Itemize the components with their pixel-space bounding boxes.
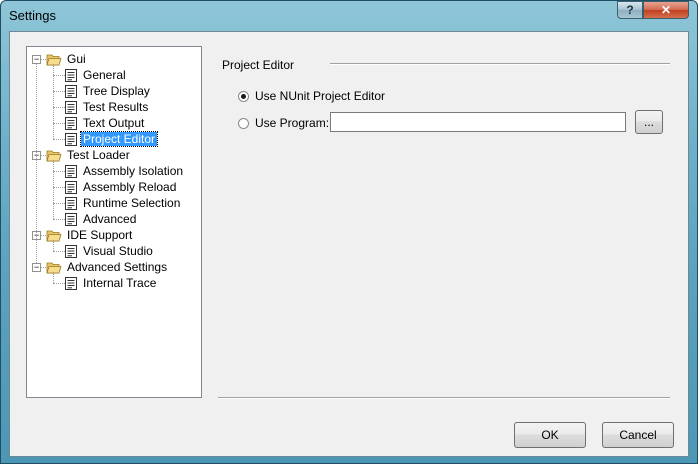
tree-item-general[interactable]: General: [65, 67, 128, 83]
tree-group-3[interactable]: Advanced Settings: [46, 259, 169, 275]
page-icon: [65, 116, 77, 130]
tree-connector: [53, 161, 54, 219]
page-icon: [65, 244, 77, 258]
folder-open-icon: [46, 53, 62, 66]
settings-tree[interactable]: − Gui General Tree Display Test Results Text …: [26, 46, 202, 398]
tree-item-label: Text Output: [83, 116, 145, 130]
tree-item-label: Tree Display: [83, 84, 150, 98]
ok-button-label: OK: [541, 428, 559, 442]
program-radio[interactable]: [238, 117, 249, 129]
tree-item-label: Project Editor: [79, 131, 159, 147]
page-icon: [65, 100, 77, 114]
title-bar[interactable]: Settings ? ✕: [1, 1, 697, 31]
close-icon: ✕: [660, 3, 672, 17]
page-icon: [65, 68, 77, 82]
tree-connector: [53, 139, 65, 140]
tree-connector: [53, 75, 65, 76]
tree-connector: [53, 187, 65, 188]
tree-connector: [53, 91, 65, 92]
settings-window: Settings ? ✕ − Gui General Tree Display Test…: [0, 0, 698, 464]
tree-item-label: Assembly Isolation: [83, 164, 184, 178]
page-icon: [65, 132, 77, 146]
folder-open-icon: [46, 261, 62, 274]
tree-item-test-results[interactable]: Test Results: [65, 99, 150, 115]
tree-item-internal-trace[interactable]: Internal Trace: [65, 275, 158, 291]
tree-item-label: Assembly Reload: [83, 180, 177, 194]
tree-group-label: Advanced Settings: [67, 260, 168, 274]
panel-title-divider: [330, 63, 670, 65]
help-icon: ?: [626, 3, 634, 17]
radio-selected-dot: [241, 93, 246, 99]
tree-item-label: Runtime Selection: [83, 196, 181, 210]
browse-button-label: ...: [643, 115, 654, 129]
tree-connector: [53, 251, 65, 252]
page-icon: [65, 180, 77, 194]
tree-item-runtime-selection[interactable]: Runtime Selection: [65, 195, 182, 211]
nunit-editor-option[interactable]: Use NUnit Project Editor: [238, 89, 385, 103]
program-label: Use Program:: [255, 116, 330, 130]
tree-item-assembly-reload[interactable]: Assembly Reload: [65, 179, 178, 195]
tree-item-tree-display[interactable]: Tree Display: [65, 83, 152, 99]
tree-item-label: General: [83, 68, 126, 82]
tree-item-label: Visual Studio: [83, 244, 153, 258]
bottom-divider: [218, 397, 670, 399]
help-button[interactable]: ?: [617, 1, 643, 19]
tree-item-label: Test Results: [83, 100, 149, 114]
tree-item-label: Advanced: [83, 212, 137, 226]
window-title: Settings: [9, 8, 56, 23]
tree-item-advanced[interactable]: Advanced: [65, 211, 138, 227]
tree-group-label: Gui: [67, 52, 86, 66]
nunit-editor-label: Use NUnit Project Editor: [255, 89, 386, 103]
tree-group-label: IDE Support: [67, 228, 133, 242]
tree-connector: [53, 123, 65, 124]
tree-connector: [53, 171, 65, 172]
panel-title: Project Editor: [222, 58, 295, 72]
page-icon: [65, 196, 77, 210]
tree-connector: [53, 203, 65, 204]
cancel-button[interactable]: Cancel: [602, 422, 674, 448]
close-button[interactable]: ✕: [643, 1, 689, 19]
tree-item-label: Internal Trace: [83, 276, 157, 290]
dialog-client-area: − Gui General Tree Display Test Results Text …: [9, 31, 689, 457]
tree-expander-0[interactable]: −: [32, 55, 41, 64]
tree-item-assembly-isolation[interactable]: Assembly Isolation: [65, 163, 185, 179]
tree-item-visual-studio[interactable]: Visual Studio: [65, 243, 155, 259]
page-icon: [65, 212, 77, 226]
tree-item-text-output[interactable]: Text Output: [65, 115, 146, 131]
tree-connector: [36, 64, 37, 263]
program-option[interactable]: Use Program:: [238, 116, 329, 130]
page-icon: [65, 276, 77, 290]
tree-connector: [53, 273, 54, 283]
page-icon: [65, 84, 77, 98]
tree-group-1[interactable]: Test Loader: [46, 147, 132, 163]
browse-button[interactable]: ...: [635, 110, 663, 134]
program-path-input[interactable]: [330, 112, 626, 132]
folder-open-icon: [46, 149, 62, 162]
page-icon: [65, 164, 77, 178]
tree-connector: [53, 241, 54, 251]
tree-item-project-editor[interactable]: Project Editor: [65, 131, 159, 147]
folder-open-icon: [46, 229, 62, 242]
tree-connector: [53, 283, 65, 284]
tree-connector: [53, 65, 54, 139]
tree-expander-3[interactable]: −: [32, 263, 41, 272]
tree-group-label: Test Loader: [67, 148, 130, 162]
nunit-editor-radio[interactable]: [238, 90, 249, 102]
cancel-button-label: Cancel: [619, 428, 657, 442]
tree-connector: [53, 219, 65, 220]
tree-group-2[interactable]: IDE Support: [46, 227, 134, 243]
tree-connector: [53, 107, 65, 108]
ok-button[interactable]: OK: [514, 422, 586, 448]
